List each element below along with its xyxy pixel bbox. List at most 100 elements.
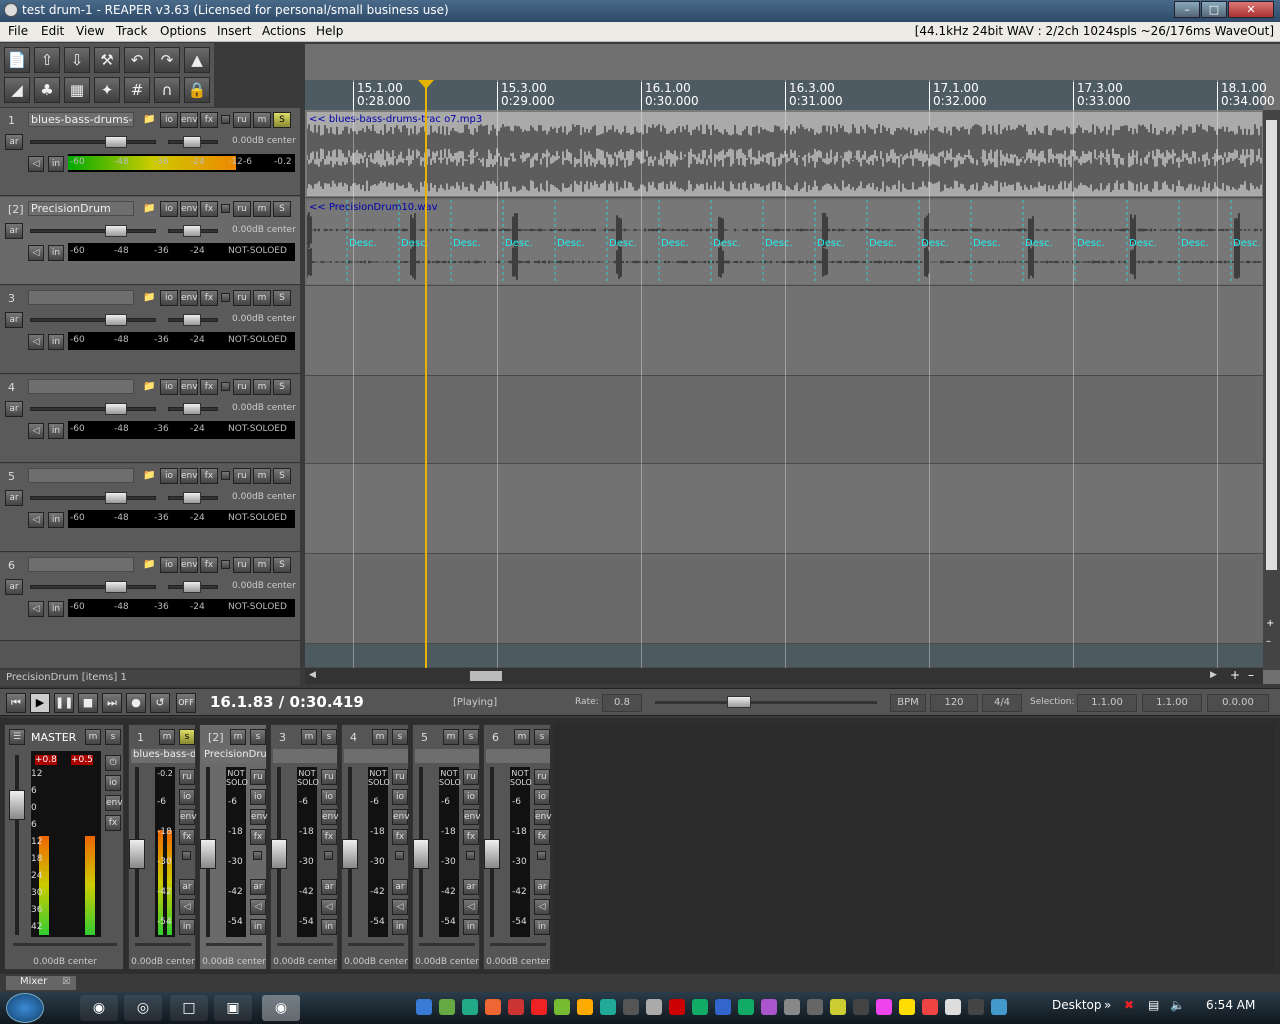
track-volume-slider[interactable] (30, 492, 156, 504)
zoom-out-vertical-icon[interactable]: – (1266, 636, 1271, 647)
strip-monitor-button[interactable]: in (179, 919, 195, 935)
track-fx-button[interactable]: fx (200, 290, 218, 306)
quicklaunch-icon[interactable] (784, 999, 800, 1015)
taskbar-clock[interactable]: 6:54 AM (1206, 998, 1255, 1012)
new-project-icon[interactable]: 📄 (4, 47, 30, 73)
track-fx-bypass-icon[interactable] (221, 293, 230, 302)
track-monitor-button[interactable]: in (48, 423, 64, 439)
strip-fader-knob[interactable] (413, 839, 429, 869)
strip-fader-knob[interactable] (200, 839, 216, 869)
menu-view[interactable]: View (76, 24, 104, 38)
track-volume-slider[interactable] (30, 314, 156, 326)
strip-rec-mode-button[interactable]: ru (321, 769, 337, 785)
track-io-button[interactable]: io (160, 112, 178, 128)
strip-solo-button[interactable]: s (179, 729, 195, 745)
taskbar-desktop-label[interactable]: Desktop (1052, 998, 1102, 1012)
save-project-icon[interactable]: ⇩ (64, 47, 90, 73)
horizontal-scroll-thumb[interactable] (470, 671, 502, 681)
strip-fx-bypass-icon[interactable] (253, 851, 262, 860)
rate-field[interactable]: 0.8 (602, 694, 642, 712)
track-pan-slider[interactable] (168, 136, 218, 148)
track-pan-slider[interactable] (168, 314, 218, 326)
track-env-button[interactable]: env (180, 379, 198, 395)
quicklaunch-icon[interactable] (692, 999, 708, 1015)
quicklaunch-icon[interactable] (807, 999, 823, 1015)
track-solo-button[interactable]: S (273, 290, 291, 306)
snap-icon[interactable]: ▦ (64, 77, 90, 103)
strip-pan-slider[interactable] (135, 943, 191, 946)
quicklaunch-icon[interactable] (922, 999, 938, 1015)
strip-fader[interactable] (342, 767, 358, 937)
rate-slider-knob[interactable] (727, 696, 751, 708)
quicklaunch-icon[interactable] (761, 999, 777, 1015)
track-rec-mode-button[interactable]: ru (233, 201, 251, 217)
track-volume-slider[interactable] (30, 403, 156, 415)
menu-options[interactable]: Options (160, 24, 206, 38)
track-mute-button[interactable]: m (253, 112, 271, 128)
track-5[interactable]: 5 📁 io env fx ru m S ar 0.00dB center ◁ … (0, 464, 300, 552)
track-volume-knob[interactable] (105, 403, 127, 415)
track-env-button[interactable]: env (180, 290, 198, 306)
track-name-field[interactable] (28, 379, 134, 394)
close-mixer-icon[interactable]: ☒ (62, 977, 70, 987)
track-name-field[interactable] (28, 557, 134, 572)
track-arm-button[interactable]: ar (5, 312, 23, 328)
track-1[interactable]: 1 blues-bass-drums-tracl 📁 io env fx ru … (0, 108, 300, 196)
menu-help[interactable]: Help (316, 24, 343, 38)
envelope-lock-icon[interactable]: ✦ (94, 77, 120, 103)
track-solo-button[interactable]: S (273, 379, 291, 395)
strip-name-field[interactable]: blues-bass-dru (131, 749, 195, 763)
ruler-marker[interactable]: 16.3.00 0:31.000 (785, 82, 843, 110)
zoom-in-horizontal-icon[interactable]: + (1230, 668, 1240, 682)
timeline-ruler[interactable]: 15.1.00 0:28.000 15.3.00 0:29.000 16.1.00 0:3… (305, 80, 1275, 110)
track-pan-knob[interactable] (183, 403, 201, 415)
track-pan-knob[interactable] (183, 314, 201, 326)
taskbar-overflow-icon[interactable]: » (1104, 998, 1111, 1012)
strip-fx-button[interactable]: fx (392, 829, 408, 845)
ruler-marker[interactable]: 17.3.00 0:33.000 (1073, 82, 1131, 110)
stop-icon[interactable]: ■ (78, 693, 98, 713)
track-io-button[interactable]: io (160, 557, 178, 573)
track-env-button[interactable]: env (180, 557, 198, 573)
track-volume-knob[interactable] (105, 581, 127, 593)
close-button[interactable]: ✕ (1228, 1, 1274, 18)
folder-icon[interactable]: 📁 (143, 203, 155, 214)
track-monitor-button[interactable]: in (48, 334, 64, 350)
track-solo-button[interactable]: S (273, 112, 291, 128)
strip-pan-slider[interactable] (277, 943, 333, 946)
strip-io-button[interactable]: io (179, 789, 195, 805)
track-phase-icon[interactable]: ◁ (28, 334, 44, 350)
strip-name-field[interactable] (415, 749, 479, 763)
track-phase-icon[interactable]: ◁ (28, 245, 44, 261)
track-6[interactable]: 6 📁 io env fx ru m S ar 0.00dB center ◁ … (0, 553, 300, 641)
selection-end-field[interactable]: 1.1.00 (1142, 694, 1202, 712)
quicklaunch-icon[interactable] (577, 999, 593, 1015)
quicklaunch-icon[interactable] (669, 999, 685, 1015)
quicklaunch-icon[interactable] (876, 999, 892, 1015)
strip-io-button[interactable]: io (463, 789, 479, 805)
strip-name-field[interactable] (344, 749, 408, 763)
strip-arm-button[interactable]: ar (179, 879, 195, 895)
track-fx-button[interactable]: fx (200, 468, 218, 484)
strip-io-button[interactable]: io (392, 789, 408, 805)
strip-pan-slider[interactable] (419, 943, 475, 946)
strip-arm-button[interactable]: ar (463, 879, 479, 895)
ruler-marker[interactable]: 16.1.00 0:30.000 (641, 82, 699, 110)
track-fx-button[interactable]: fx (200, 379, 218, 395)
track-env-button[interactable]: env (180, 201, 198, 217)
quicklaunch-icon[interactable] (646, 999, 662, 1015)
strip-phase-icon[interactable]: ◁ (250, 899, 266, 915)
network-tray-icon[interactable]: ▤ (1148, 998, 1159, 1012)
track-volume-knob[interactable] (105, 225, 127, 237)
audio-device-info[interactable]: [44.1kHz 24bit WAV : 2/2ch 1024spls ~26/… (915, 24, 1274, 38)
quicklaunch-icon[interactable] (715, 999, 731, 1015)
track-solo-button[interactable]: S (273, 201, 291, 217)
track-pan-knob[interactable] (183, 225, 201, 237)
taskbar-chrome-icon[interactable]: ◎ (124, 995, 162, 1021)
track-io-button[interactable]: io (160, 201, 178, 217)
master-fx-button[interactable]: fx (105, 815, 121, 831)
strip-solo-button[interactable]: s (534, 729, 550, 745)
track-mute-button[interactable]: m (253, 557, 271, 573)
strip-fader-knob[interactable] (484, 839, 500, 869)
preferences-icon[interactable]: ⚒ (94, 47, 120, 73)
